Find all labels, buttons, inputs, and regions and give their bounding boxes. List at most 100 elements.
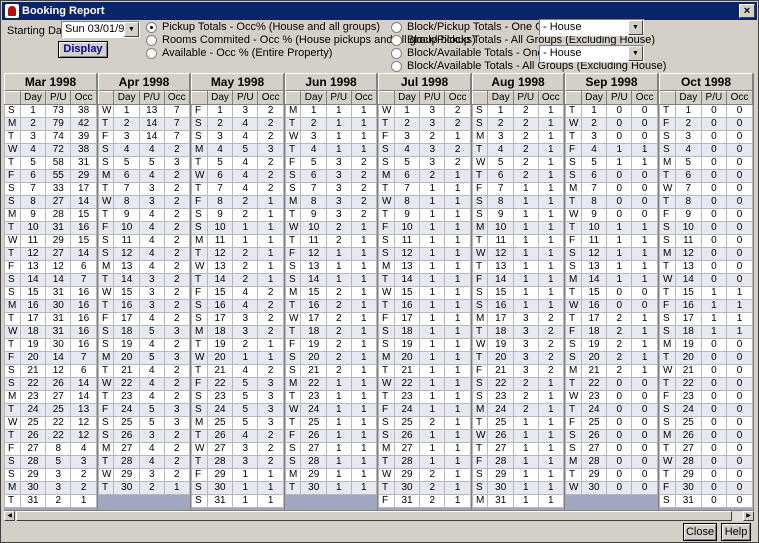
table-row[interactable]: F532	[284, 156, 377, 170]
column-header[interactable]: Day	[580, 91, 608, 105]
table-row[interactable]: T 30 1 1	[284, 481, 377, 495]
table-row[interactable]: S 30 1 1	[191, 481, 284, 495]
table-row[interactable]: W 10 2 1	[284, 221, 377, 235]
radio-available[interactable]: Available - Occ % (Entire Property)	[146, 47, 332, 59]
table-row[interactable]: T 25 1 1	[471, 416, 564, 430]
table-row[interactable]: T 21 1 1	[378, 364, 471, 378]
table-row[interactable]: W642	[191, 169, 284, 183]
table-row[interactable]: T 17 31 16	[4, 312, 97, 326]
table-row[interactable]: M 12 0 0	[659, 247, 754, 261]
table-row[interactable]: T932	[284, 208, 377, 222]
table-row[interactable]: W 14 0 0	[659, 273, 754, 287]
table-row[interactable]: F 17 4 2	[97, 312, 190, 326]
table-row[interactable]: S 18 1 1	[659, 325, 754, 339]
table-row[interactable]: S 26 0 0	[565, 429, 658, 443]
table-row[interactable]: T600	[659, 169, 754, 183]
column-header[interactable]: Occ	[70, 91, 97, 105]
radio-pickup-totals[interactable]: Pickup Totals - Occ% (House and all grou…	[146, 21, 380, 33]
table-row[interactable]: M500	[659, 156, 754, 170]
table-row[interactable]: T 5 58 31	[4, 156, 97, 170]
table-row[interactable]: S 24 0 0	[659, 403, 754, 417]
table-row[interactable]: M 16 30 16	[4, 299, 97, 313]
table-row[interactable]: S 12 1 1	[378, 247, 471, 261]
table-row[interactable]: T 2 14 7	[97, 117, 190, 131]
table-row[interactable]: S 26 3 2	[97, 429, 190, 443]
table-row[interactable]: M 30 3 2	[4, 481, 97, 495]
table-row[interactable]: S 19 2 1	[565, 338, 658, 352]
table-row[interactable]: F 16 1 1	[659, 299, 754, 313]
table-row[interactable]: W811	[378, 195, 471, 209]
table-row[interactable]: F 21 3 2	[471, 364, 564, 378]
table-row[interactable]: S242	[191, 117, 284, 131]
table-row[interactable]: M 19 0 0	[659, 338, 754, 352]
table-row[interactable]: T911	[378, 208, 471, 222]
table-row[interactable]: S 13 1 1	[284, 260, 377, 274]
table-row[interactable]: S342	[191, 130, 284, 144]
table-row[interactable]: S432	[378, 143, 471, 157]
table-row[interactable]: M 26 0 0	[659, 429, 754, 443]
table-row[interactable]: S 22 2 1	[471, 377, 564, 391]
table-row[interactable]: M 27 1 1	[378, 442, 471, 456]
table-row[interactable]: W 13 2 1	[191, 260, 284, 274]
table-row[interactable]: S 7 33 17	[4, 182, 97, 196]
table-row[interactable]: F 30 0 0	[659, 481, 754, 495]
table-row[interactable]: T 15 1 1	[659, 286, 754, 300]
column-header[interactable]: P/U	[232, 91, 259, 105]
table-row[interactable]: S 10 1 1	[191, 221, 284, 235]
table-row[interactable]: S 11 0 0	[659, 234, 754, 248]
table-row[interactable]: W 27 3 2	[191, 442, 284, 456]
table-row[interactable]: F 25 0 0	[565, 416, 658, 430]
table-row[interactable]: W900	[565, 208, 658, 222]
table-row[interactable]: T 3 74 39	[4, 130, 97, 144]
table-row[interactable]: S 27 1 1	[284, 442, 377, 456]
table-row[interactable]: T 15 0 0	[565, 286, 658, 300]
column-header[interactable]: P/U	[512, 91, 539, 105]
table-row[interactable]: S632	[284, 169, 377, 183]
table-row[interactable]: T 12 2 1	[191, 247, 284, 261]
table-row[interactable]: F132	[191, 104, 284, 118]
column-header[interactable]: P/U	[325, 91, 352, 105]
table-row[interactable]: W 17 2 1	[284, 312, 377, 326]
table-row[interactable]: T 28 4 2	[97, 455, 190, 469]
table-row[interactable]: M 14 1 1	[565, 273, 658, 287]
table-row[interactable]: T 13 1 1	[471, 260, 564, 274]
table-row[interactable]: T 14 3 2	[97, 273, 190, 287]
table-row[interactable]: S442	[97, 143, 190, 157]
column-header[interactable]: Day	[393, 91, 421, 105]
table-row[interactable]: M 17 3 2	[471, 312, 564, 326]
table-row[interactable]: M321	[471, 130, 564, 144]
column-header[interactable]: P/U	[700, 91, 727, 105]
title-bar[interactable]: Booking Report ×	[2, 2, 757, 20]
column-header[interactable]: Day	[19, 91, 47, 105]
table-row[interactable]: M 13 4 2	[97, 260, 190, 274]
table-row[interactable]: T 22 0 0	[565, 377, 658, 391]
table-row[interactable]: T 11 1 1	[471, 234, 564, 248]
table-row[interactable]: W 4 72 38	[4, 143, 97, 157]
table-row[interactable]: M 21 2 1	[565, 364, 658, 378]
table-row[interactable]: T711	[378, 182, 471, 196]
table-row[interactable]: M 18 3 2	[191, 325, 284, 339]
table-row[interactable]: T 23 1 1	[378, 390, 471, 404]
column-header[interactable]: Occ	[537, 91, 564, 105]
table-row[interactable]: W 23 0 0	[565, 390, 658, 404]
group-select-pickup[interactable]: - House ▼	[539, 19, 644, 36]
chevron-down-icon[interactable]: ▼	[124, 22, 139, 37]
table-row[interactable]: T 30 2 1	[378, 481, 471, 495]
table-row[interactable]: T942	[97, 208, 190, 222]
table-row[interactable]: W 30 0 0	[565, 481, 658, 495]
table-row[interactable]: F 20 14 7	[4, 351, 97, 365]
table-row[interactable]: S 21 2 1	[284, 364, 377, 378]
table-row[interactable]: M 13 1 1	[378, 260, 471, 274]
table-row[interactable]: T 12 27 14	[4, 247, 97, 261]
table-row[interactable]: S 17 3 2	[191, 312, 284, 326]
table-row[interactable]: S 11 4 2	[97, 234, 190, 248]
table-row[interactable]: T 20 0 0	[659, 351, 754, 365]
table-row[interactable]: S 19 1 1	[378, 338, 471, 352]
table-row[interactable]: F 14 1 1	[471, 273, 564, 287]
table-row[interactable]: W 29 3 2	[97, 468, 190, 482]
table-row[interactable]: M 28 0 0	[565, 455, 658, 469]
table-row[interactable]: F 12 1 1	[284, 247, 377, 261]
table-row[interactable]: S 23 2 1	[471, 390, 564, 404]
table-row[interactable]: F 29 1 1	[191, 468, 284, 482]
table-row[interactable]: T232	[378, 117, 471, 131]
